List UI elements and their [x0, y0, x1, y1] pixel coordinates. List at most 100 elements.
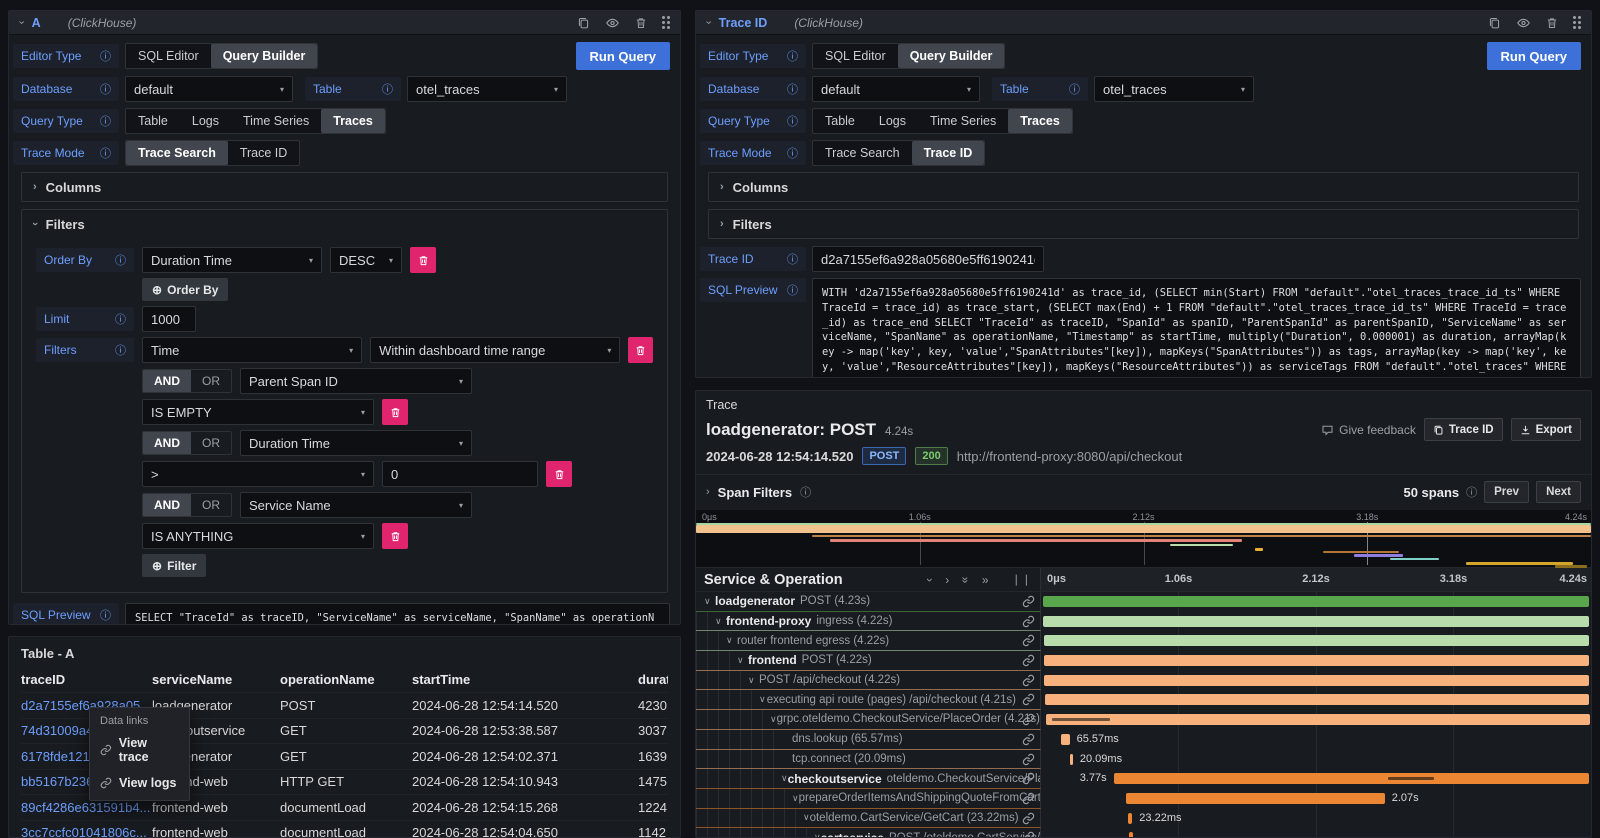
link-icon[interactable]	[1022, 812, 1035, 825]
trace-id-button[interactable]: Trace ID	[1424, 418, 1503, 441]
drag-handle-icon[interactable]	[1573, 16, 1581, 29]
chevron-down-icon[interactable]: ∨	[759, 694, 767, 705]
info-icon[interactable]: ⓘ	[115, 311, 126, 327]
remove-filter-button[interactable]	[628, 337, 653, 363]
add-filter-button[interactable]: ⊕Filter	[142, 554, 206, 577]
link-icon[interactable]	[1022, 792, 1035, 805]
filter-field-select[interactable]: Time▾	[142, 337, 362, 363]
col-duration[interactable]: duration	[638, 672, 668, 687]
span-row[interactable]: dns.lookup (65.57ms)65.57ms	[696, 730, 1591, 750]
info-icon[interactable]: ⓘ	[787, 113, 798, 129]
span-gantt-cell[interactable]	[1041, 690, 1591, 710]
expand-all-icon[interactable]: »	[982, 573, 989, 587]
remove-condition-button[interactable]	[382, 399, 408, 425]
chevron-down-icon[interactable]: ∨	[792, 793, 799, 804]
remove-condition-button[interactable]	[546, 461, 572, 487]
span-gantt-cell[interactable]	[1041, 671, 1591, 691]
link-icon[interactable]	[1022, 733, 1035, 746]
chevron-down-icon[interactable]: ∨	[748, 675, 759, 686]
collapse-chevron-icon[interactable]: ›	[702, 21, 713, 25]
trace-minimap[interactable]: 0μs1.06s2.12s3.18s4.24s	[696, 510, 1591, 568]
span-name-cell[interactable]: dns.lookup (65.57ms)	[696, 730, 1041, 750]
run-query-button[interactable]: Run Query	[1487, 42, 1581, 70]
columns-section-header[interactable]: ›Columns	[22, 173, 667, 201]
info-icon[interactable]: ⓘ	[1069, 81, 1080, 97]
table-select[interactable]: otel_traces▾	[1094, 76, 1254, 102]
info-icon[interactable]: ⓘ	[100, 145, 111, 161]
link-icon[interactable]	[1022, 772, 1035, 785]
run-query-button[interactable]: Run Query	[576, 42, 670, 70]
view-logs-menu-item[interactable]: View logs	[90, 770, 189, 796]
span-filters-label[interactable]: Span Filters	[718, 485, 792, 500]
span-gantt-cell[interactable]: 23.22ms	[1041, 809, 1591, 829]
span-gantt-bar[interactable]	[1044, 635, 1590, 646]
query-builder-option[interactable]: Query Builder	[211, 44, 318, 68]
export-button[interactable]: Export	[1511, 418, 1581, 441]
link-icon[interactable]	[1022, 654, 1035, 667]
delete-query-trash-icon[interactable]	[1546, 16, 1558, 30]
chevron-down-icon[interactable]: ∨	[770, 714, 777, 725]
view-trace-menu-item[interactable]: View trace	[90, 730, 189, 770]
span-gantt-cell[interactable]	[1041, 612, 1591, 632]
columns-section-header[interactable]: ›Columns	[709, 173, 1578, 201]
info-icon[interactable]: ⓘ	[115, 342, 126, 358]
query-type-timeseries[interactable]: Time Series	[918, 109, 1008, 133]
trace-id-option[interactable]: Trace ID	[228, 141, 299, 165]
span-gantt-bar[interactable]	[1129, 832, 1133, 838]
span-gantt-bar[interactable]	[1070, 754, 1073, 765]
info-icon[interactable]: ⓘ	[382, 81, 393, 97]
info-icon[interactable]: ⓘ	[100, 113, 111, 129]
sql-editor-option[interactable]: SQL Editor	[126, 44, 211, 68]
trace-search-option[interactable]: Trace Search	[813, 141, 912, 165]
database-select[interactable]: default▾	[125, 76, 293, 102]
remove-order-by-button[interactable]	[410, 247, 436, 273]
span-row[interactable]: ∨checkoutserviceoteldemo.CheckoutService…	[696, 769, 1591, 789]
query-type-traces[interactable]: Traces	[321, 109, 385, 133]
trace-id-input[interactable]	[812, 246, 1044, 272]
info-icon[interactable]: ⓘ	[100, 48, 111, 64]
hide-query-eye-icon[interactable]	[605, 16, 620, 30]
chevron-down-icon[interactable]: ∨	[737, 655, 748, 666]
span-gantt-bar[interactable]	[1114, 773, 1589, 784]
span-gantt-cell[interactable]: 3.77s	[1041, 769, 1591, 789]
span-row[interactable]: ∨oteldemo.CartService/GetCart (23.22ms)2…	[696, 809, 1591, 829]
span-gantt-bar[interactable]	[1045, 694, 1589, 705]
info-icon[interactable]: ⓘ	[787, 48, 798, 64]
span-name-cell[interactable]: ∨checkoutserviceoteldemo.CheckoutService…	[696, 769, 1041, 789]
filter-value-select[interactable]: Within dashboard time range▾	[370, 337, 620, 363]
collapse-all-icon[interactable]: »	[959, 576, 973, 583]
span-gantt-bar[interactable]	[1126, 793, 1385, 804]
remove-condition-button[interactable]	[382, 523, 408, 549]
info-icon[interactable]: ⓘ	[787, 81, 798, 97]
span-gantt-bar[interactable]	[1044, 655, 1590, 666]
span-gantt-bar[interactable]	[1128, 813, 1132, 824]
query-type-logs[interactable]: Logs	[180, 109, 231, 133]
col-operationname[interactable]: operationName	[280, 672, 412, 687]
delete-query-trash-icon[interactable]	[635, 16, 647, 30]
or-option[interactable]: OR	[191, 432, 231, 454]
chevron-down-icon[interactable]: ∨	[704, 596, 715, 607]
link-icon[interactable]	[1022, 753, 1035, 766]
database-select[interactable]: default▾	[812, 76, 980, 102]
span-gantt-cell[interactable]: 20.09ms	[1041, 750, 1591, 770]
query-type-logs[interactable]: Logs	[867, 109, 918, 133]
condition-operator-select[interactable]: IS ANYTHING▾	[142, 523, 374, 549]
condition-field-select[interactable]: Parent Span ID▾	[240, 368, 472, 394]
collapse-chevron-icon[interactable]: ›	[15, 21, 26, 25]
limit-input[interactable]	[142, 306, 196, 332]
span-row[interactable]: ∨router frontend egress (4.22s)	[696, 631, 1591, 651]
trace-id-link[interactable]: 3cc7ccfc01041806c...	[21, 825, 152, 838]
span-name-cell[interactable]: ∨frontend-proxyingress (4.22s)	[696, 612, 1041, 632]
span-name-cell[interactable]: ∨frontendPOST (4.22s)	[696, 651, 1041, 671]
col-servicename[interactable]: serviceName	[152, 672, 280, 687]
query-type-table[interactable]: Table	[126, 109, 180, 133]
span-name-cell[interactable]: ∨loadgeneratorPOST (4.23s)	[696, 592, 1041, 612]
span-name-cell[interactable]: tcp.connect (20.09ms)	[696, 750, 1041, 770]
table-select[interactable]: otel_traces▾	[407, 76, 567, 102]
span-name-cell[interactable]: ∨router frontend egress (4.22s)	[696, 631, 1041, 651]
span-gantt-cell[interactable]: 65.57ms	[1041, 730, 1591, 750]
span-gantt-cell[interactable]: 2.07s	[1041, 789, 1591, 809]
span-row[interactable]: ∨frontend-proxyingress (4.22s)	[696, 612, 1591, 632]
link-icon[interactable]	[1022, 693, 1035, 706]
order-by-field-select[interactable]: Duration Time▾	[142, 247, 322, 273]
